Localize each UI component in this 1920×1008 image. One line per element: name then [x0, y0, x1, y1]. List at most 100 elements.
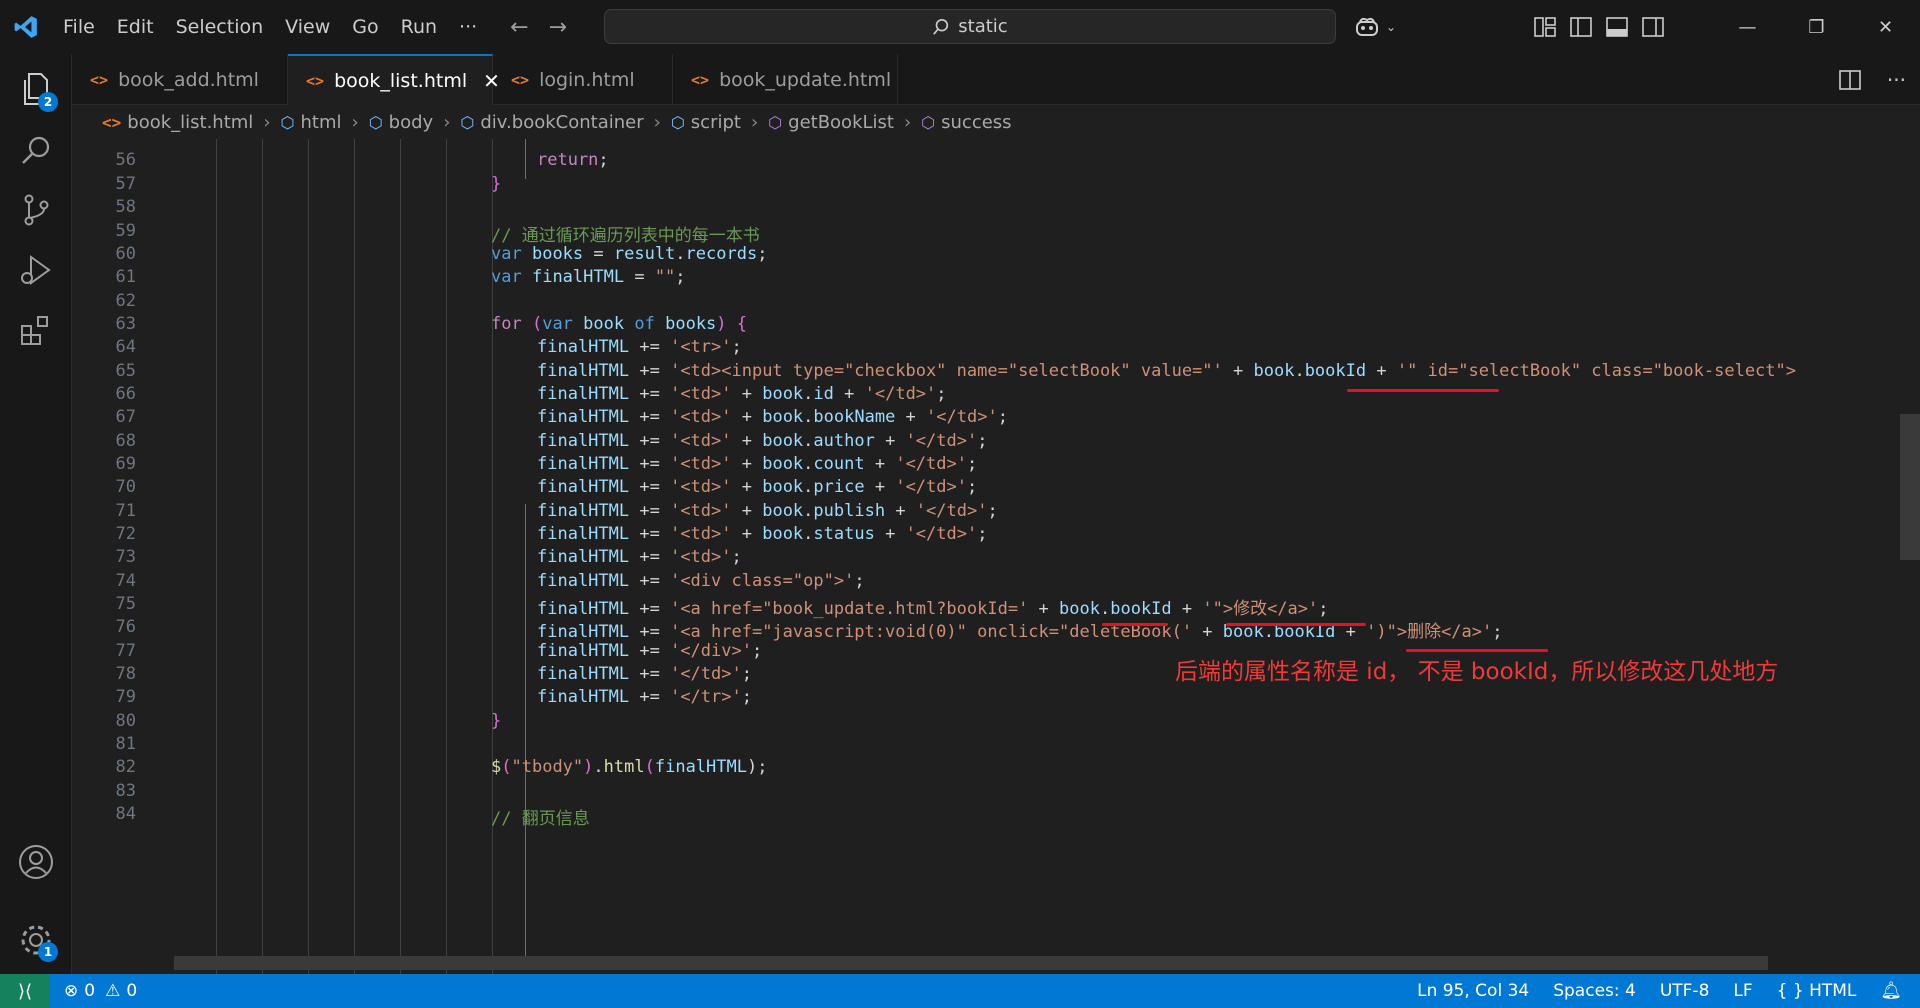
- element-cube-icon: ⬡: [670, 112, 685, 132]
- accounts-icon[interactable]: [14, 840, 58, 884]
- code-line-56: return;: [537, 150, 609, 170]
- line-number: 79: [115, 687, 136, 707]
- indentation[interactable]: Spaces: 4: [1553, 981, 1636, 1001]
- chevron-right-icon: ›: [653, 111, 661, 133]
- source-control-icon[interactable]: [14, 188, 58, 232]
- problems-indicator[interactable]: ⊗ 0 ⚠ 0: [64, 981, 137, 1001]
- code-line-74: finalHTML += '<div class="op">';: [537, 571, 865, 591]
- html-file-icon: <>: [90, 70, 109, 89]
- title-bar: File Edit Selection View Go Run ··· ← → …: [0, 0, 1920, 54]
- copilot-icon[interactable]: [1354, 16, 1380, 38]
- split-editor-icon[interactable]: [1839, 69, 1861, 90]
- close-window-icon[interactable]: ✕: [1851, 0, 1920, 54]
- breadcrumb-item[interactable]: html: [300, 112, 341, 133]
- breadcrumb-item[interactable]: book_list.html: [127, 112, 253, 133]
- code-line-71: finalHTML += '<td>' + book.publish + '</…: [537, 501, 998, 521]
- menu-edit[interactable]: Edit: [106, 16, 165, 38]
- tab-label: login.html: [539, 68, 635, 91]
- error-count: 0: [84, 981, 96, 1001]
- activity-bar: 2 1: [0, 54, 72, 974]
- editor-actions: ···: [1839, 54, 1906, 105]
- notifications-bell-icon[interactable]: 🔔︎: [1880, 981, 1902, 1001]
- toggle-secondary-sidebar-icon[interactable]: [1642, 17, 1664, 37]
- indent-guide: [354, 139, 355, 974]
- warning-icon: ⚠: [105, 981, 121, 1001]
- indent-guide: [308, 139, 309, 974]
- line-number: 75: [115, 594, 136, 614]
- vertical-scrollbar[interactable]: [1900, 414, 1920, 560]
- more-actions-icon[interactable]: ···: [1887, 68, 1906, 92]
- tab-book-add[interactable]: <> book_add.html: [72, 54, 288, 105]
- menu-selection[interactable]: Selection: [165, 16, 275, 38]
- tab-book-update[interactable]: <> book_update.html: [673, 54, 898, 105]
- toggle-primary-sidebar-icon[interactable]: [1570, 17, 1592, 37]
- run-debug-icon[interactable]: [14, 248, 58, 292]
- code-area[interactable]: return; } // 通过循环遍历列表中的每一本书 var books = …: [213, 139, 1920, 974]
- menu-run[interactable]: Run: [390, 16, 448, 38]
- line-number: 78: [115, 664, 136, 684]
- chevron-down-icon[interactable]: ⌄: [1386, 20, 1396, 34]
- command-center-search[interactable]: static: [604, 9, 1336, 44]
- customize-layout-icon[interactable]: [1534, 17, 1556, 37]
- code-line-60: var books = result.records;: [491, 244, 768, 264]
- line-number: 70: [115, 477, 136, 497]
- indent-guide: [446, 139, 447, 974]
- breadcrumb-item[interactable]: getBookList: [788, 112, 894, 133]
- code-line-73: finalHTML += '<td>';: [537, 547, 742, 567]
- tab-label: book_update.html: [719, 68, 892, 91]
- breadcrumb-item[interactable]: div.bookContainer: [480, 112, 643, 133]
- line-number: 81: [115, 734, 136, 754]
- menu-go[interactable]: Go: [341, 16, 389, 38]
- language-mode[interactable]: { } HTML: [1777, 981, 1857, 1001]
- html-file-icon: <>: [102, 112, 122, 132]
- line-number: 60: [115, 244, 136, 264]
- line-number: 69: [115, 454, 136, 474]
- line-number: 71: [115, 501, 136, 521]
- breadcrumb-item[interactable]: script: [691, 112, 741, 133]
- explorer-icon[interactable]: 2: [14, 68, 58, 112]
- element-cube-icon: ⬡: [368, 112, 383, 132]
- tab-login[interactable]: <> login.html: [493, 54, 673, 105]
- line-number: 66: [115, 384, 136, 404]
- minimize-icon[interactable]: —: [1713, 0, 1782, 54]
- horizontal-scrollbar[interactable]: [174, 956, 1768, 970]
- code-line-72: finalHTML += '<td>' + book.status + '</t…: [537, 524, 988, 544]
- settings-gear-icon[interactable]: 1: [14, 918, 58, 962]
- menu-view[interactable]: View: [274, 16, 341, 38]
- chevron-right-icon: ›: [903, 111, 912, 133]
- line-number: 64: [115, 337, 136, 357]
- editor-tabs: <> book_add.html <> book_list.html ✕ <> …: [72, 54, 1920, 105]
- restore-icon[interactable]: ❐: [1782, 0, 1851, 54]
- breadcrumb-item[interactable]: body: [389, 112, 434, 133]
- remote-indicator-icon[interactable]: ⟩⟨: [0, 974, 50, 1008]
- cursor-position[interactable]: Ln 95, Col 34: [1417, 981, 1529, 1001]
- forward-arrow-icon[interactable]: →: [549, 15, 567, 40]
- line-number: 68: [115, 431, 136, 451]
- extensions-icon[interactable]: [14, 308, 58, 352]
- annotation-underline: [1226, 623, 1366, 626]
- search-icon: [933, 18, 949, 35]
- html-file-icon: <>: [511, 70, 530, 89]
- menu-more[interactable]: ···: [448, 16, 488, 38]
- indent-guide: [216, 139, 217, 974]
- line-ending[interactable]: LF: [1733, 981, 1752, 1001]
- code-line-79: finalHTML += '</tr>';: [537, 687, 752, 707]
- encoding[interactable]: UTF-8: [1660, 981, 1710, 1001]
- annotation-underline: [1102, 623, 1168, 626]
- toggle-panel-icon[interactable]: [1606, 17, 1628, 37]
- function-cube-icon: ⬡: [768, 112, 783, 132]
- code-line-65: finalHTML += '<td><input type="checkbox"…: [537, 361, 1796, 381]
- indent-guide: [262, 139, 263, 974]
- line-number: 76: [115, 617, 136, 637]
- window-controls: — ❐ ✕: [1713, 0, 1920, 54]
- tab-book-list[interactable]: <> book_list.html ✕: [288, 54, 500, 105]
- line-number: 63: [115, 314, 136, 334]
- back-arrow-icon[interactable]: ←: [510, 15, 528, 40]
- menu-file[interactable]: File: [52, 16, 106, 38]
- code-line-82: $("tbody").html(finalHTML);: [491, 757, 768, 777]
- line-number: 74: [115, 571, 136, 591]
- indent-guide: [492, 139, 493, 974]
- code-editor[interactable]: 56 57 58 59 60 61 62 63 64 65 66 67 68 6…: [72, 139, 1920, 974]
- search-view-icon[interactable]: [14, 128, 58, 172]
- breadcrumb-item[interactable]: success: [941, 112, 1011, 133]
